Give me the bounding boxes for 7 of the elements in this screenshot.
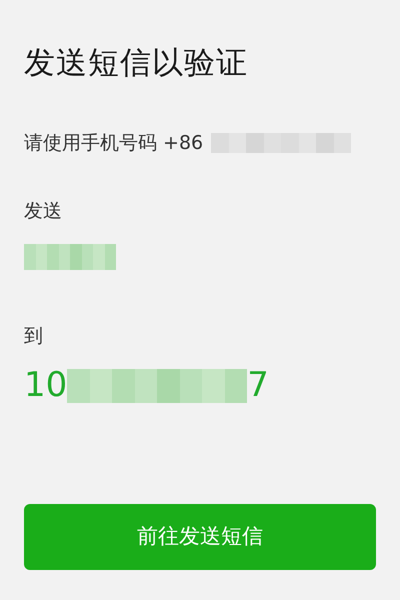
send-label: 发送	[24, 199, 63, 224]
number-end: 7	[247, 364, 269, 407]
to-label: 到	[24, 324, 44, 348]
send-sms-button[interactable]: 前往发送短信	[24, 504, 376, 570]
number-start: 10	[24, 364, 68, 407]
page-title: 发送短信以验证	[24, 44, 249, 83]
instruction-text: 请使用手机号码 +86	[24, 130, 204, 156]
